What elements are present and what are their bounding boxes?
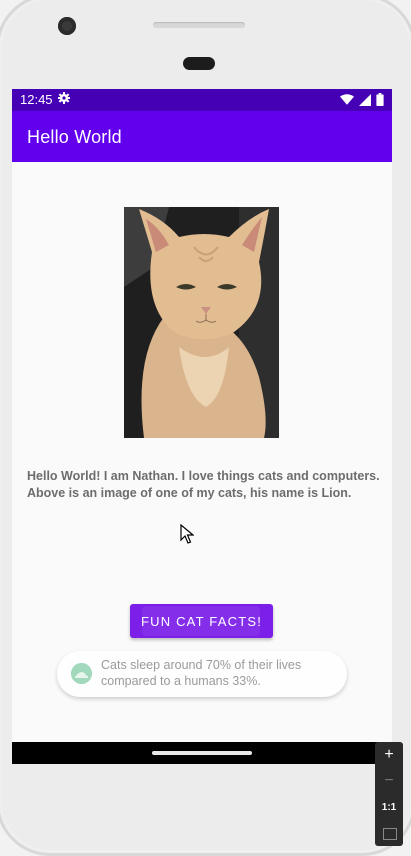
app-bar: Hello World: [12, 111, 392, 162]
zoom-in-button[interactable]: +: [375, 746, 403, 764]
status-bar: 12:45: [12, 89, 392, 111]
intro-text: Hello World! I am Nathan. I love things …: [27, 469, 380, 500]
mouse-cursor-icon: [180, 524, 194, 544]
battery-icon: [376, 93, 384, 106]
app-icon: [71, 663, 92, 684]
wifi-icon: [340, 94, 354, 105]
toast-message: Cats sleep around 70% of their lives com…: [57, 651, 347, 697]
home-gesture-pill[interactable]: [152, 751, 252, 755]
status-icons: [340, 93, 384, 106]
fit-screen-icon[interactable]: [383, 828, 397, 840]
status-time: 12:45: [20, 92, 53, 107]
emulator-zoom-controls: + − 1:1: [375, 742, 403, 846]
zoom-reset-button[interactable]: 1:1: [375, 802, 403, 813]
phone-screen: 12:45 Hello World Hello World! I am Nath…: [12, 89, 392, 764]
signal-icon: [359, 93, 371, 106]
navigation-bar: [12, 742, 392, 764]
earpiece-speaker: [153, 22, 245, 28]
proximity-sensor: [183, 57, 215, 70]
front-camera: [58, 17, 76, 35]
toast-text: Cats sleep around 70% of their lives com…: [101, 658, 302, 688]
gear-icon: [58, 92, 70, 104]
app-title: Hello World: [27, 127, 122, 147]
cat-photo: [124, 207, 279, 438]
fun-cat-facts-button-label: FUN CAT FACTS!: [140, 613, 263, 629]
zoom-out-button[interactable]: −: [375, 772, 403, 790]
main-content: Hello World! I am Nathan. I love things …: [12, 162, 392, 742]
fun-cat-facts-button[interactable]: FUN CAT FACTS!: [130, 604, 273, 638]
